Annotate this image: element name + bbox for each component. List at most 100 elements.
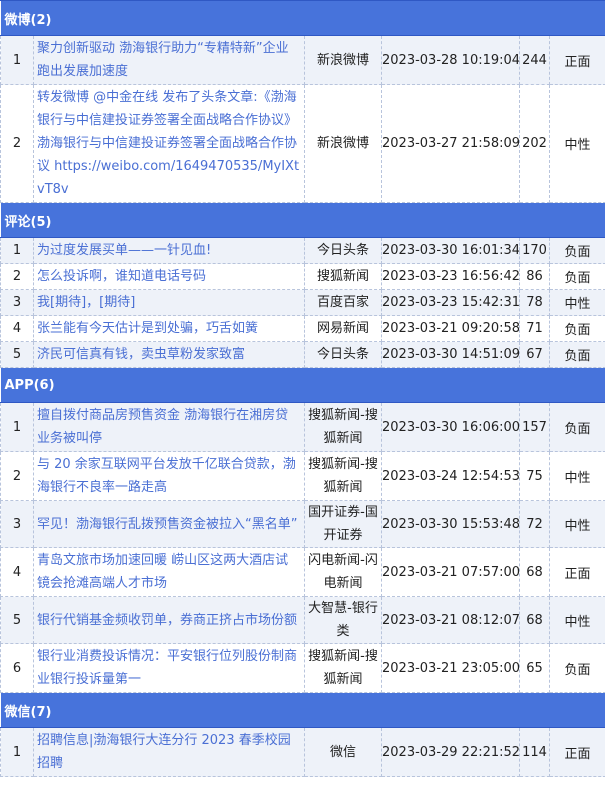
hit-count: 78 — [519, 289, 550, 316]
hit-count: 202 — [519, 84, 550, 203]
publish-time: 2023-03-21 07:57:00 — [381, 547, 520, 597]
article-title-link[interactable]: 为过度发展买单——一针见血! — [33, 237, 305, 264]
table-row: 1 擅自拨付商品房预售资金 渤海银行在湘房贷业务被叫停 搜狐新闻-搜狐新闻 2023-… — [0, 402, 605, 452]
hit-count: 72 — [519, 500, 550, 548]
row-index: 2 — [0, 84, 34, 203]
row-index: 1 — [0, 727, 34, 777]
table-row: 6 银行业消费投诉情况：平安银行位列股份制商业银行投诉量第一 搜狐新闻-搜狐新闻 20… — [0, 643, 605, 693]
hit-count: 157 — [519, 402, 550, 452]
sentiment-label: 正面 — [548, 547, 605, 597]
article-title-link[interactable]: 我[期待]，[期待] — [33, 289, 305, 316]
sentiment-label: 中性 — [548, 500, 605, 548]
article-title-link[interactable]: 怎么投诉啊，谁知道电话号码 — [33, 263, 305, 290]
section-header[interactable]: 微博(2) — [0, 1, 605, 36]
source-name: 百度百家 — [304, 289, 382, 316]
article-title-link[interactable]: 擅自拨付商品房预售资金 渤海银行在湘房贷业务被叫停 — [33, 402, 305, 452]
row-index: 3 — [0, 289, 34, 316]
publish-time: 2023-03-30 15:53:48 — [381, 500, 520, 548]
row-index: 4 — [0, 315, 34, 342]
sentiment-label: 中性 — [548, 289, 605, 316]
section-header[interactable]: APP(6) — [0, 367, 605, 403]
publish-time: 2023-03-23 16:56:42 — [381, 263, 520, 290]
article-title-link[interactable]: 银行代销基金频收罚单，券商正挤占市场份额 — [33, 596, 305, 644]
source-name: 新浪微博 — [304, 84, 382, 203]
row-index: 5 — [0, 596, 34, 644]
row-index: 1 — [0, 237, 34, 264]
table-row: 3 我[期待]，[期待] 百度百家 2023-03-23 15:42:31 78 中性 — [0, 289, 605, 316]
article-title-link[interactable]: 张兰能有今天估计是到处骗，巧舌如簧 — [33, 315, 305, 342]
table-row: 4 张兰能有今天估计是到处骗，巧舌如簧 网易新闻 2023-03-21 09:20:5… — [0, 315, 605, 342]
source-name: 微信 — [304, 727, 382, 777]
source-name: 搜狐新闻-搜狐新闻 — [304, 451, 382, 501]
sentiment-label: 负面 — [548, 402, 605, 452]
table-row: 3 罕见！渤海银行乱拨预售资金被拉入“黑名单” 国开证券-国开证券 2023-03-3… — [0, 500, 605, 548]
sentiment-label: 负面 — [548, 315, 605, 342]
row-index: 1 — [0, 402, 34, 452]
hit-count: 244 — [519, 35, 550, 85]
news-table: 微博(2) 1 聚力创新驱动 渤海银行助力“专精特新”企业跑出发展加速度 新浪微博 20… — [0, 1, 605, 777]
publish-time: 2023-03-30 16:01:34 — [381, 237, 520, 264]
publish-time: 2023-03-21 23:05:00 — [381, 643, 520, 693]
article-title-link[interactable]: 招聘信息|渤海银行大连分行 2023 春季校园招聘 — [33, 727, 305, 777]
source-name: 闪电新闻-闪电新闻 — [304, 547, 382, 597]
hit-count: 65 — [519, 643, 550, 693]
hit-count: 170 — [519, 237, 550, 264]
section-header[interactable]: 微信(7) — [0, 692, 605, 728]
sentiment-label: 负面 — [548, 643, 605, 693]
source-name: 新浪微博 — [304, 35, 382, 85]
row-index: 4 — [0, 547, 34, 597]
sentiment-label: 中性 — [548, 451, 605, 501]
hit-count: 71 — [519, 315, 550, 342]
hit-count: 114 — [519, 727, 550, 777]
row-index: 2 — [0, 263, 34, 290]
row-index: 2 — [0, 451, 34, 501]
publish-time: 2023-03-30 16:06:00 — [381, 402, 520, 452]
source-name: 网易新闻 — [304, 315, 382, 342]
section-title: 评论(5) — [0, 202, 605, 238]
article-title-link[interactable]: 罕见！渤海银行乱拨预售资金被拉入“黑名单” — [33, 500, 305, 548]
row-index: 5 — [0, 341, 34, 368]
table-row: 2与 20 余家互联网平台发放千亿联合贷款，渤海银行不良率一路走高 搜狐新闻-搜狐… — [0, 451, 605, 501]
article-title-link[interactable]: 转发微博 @中金在线 发布了头条文章:《渤海银行与中信建投证券签署全面战略合作协… — [33, 84, 305, 203]
article-title-link[interactable]: 青岛文旅市场加速回暖 崂山区这两大酒店试镜会抢滩高端人才市场 — [33, 547, 305, 597]
table-row: 2 怎么投诉啊，谁知道电话号码 搜狐新闻 2023-03-23 16:56:42 86 负… — [0, 263, 605, 290]
sentiment-label: 负面 — [548, 263, 605, 290]
sentiment-label: 中性 — [548, 84, 605, 203]
source-name: 国开证券-国开证券 — [304, 500, 382, 548]
source-name: 搜狐新闻-搜狐新闻 — [304, 402, 382, 452]
sentiment-label: 正面 — [548, 35, 605, 85]
publish-time: 2023-03-21 09:20:58 — [381, 315, 520, 342]
publish-time: 2023-03-28 10:19:04 — [381, 35, 520, 85]
hit-count: 68 — [519, 547, 550, 597]
source-name: 搜狐新闻-搜狐新闻 — [304, 643, 382, 693]
table-row: 1 聚力创新驱动 渤海银行助力“专精特新”企业跑出发展加速度 新浪微博 2023-03… — [0, 35, 605, 85]
sentiment-label: 正面 — [548, 727, 605, 777]
hit-count: 67 — [519, 341, 550, 368]
article-title-link[interactable]: 济民可信真有钱，卖虫草粉发家致富 — [33, 341, 305, 368]
article-title-link[interactable]: 与 20 余家互联网平台发放千亿联合贷款，渤海银行不良率一路走高 — [33, 451, 305, 501]
row-index: 1 — [0, 35, 34, 85]
source-name: 大智慧-银行类 — [304, 596, 382, 644]
source-name: 搜狐新闻 — [304, 263, 382, 290]
table-row: 1 招聘信息|渤海银行大连分行 2023 春季校园招聘 微信 2023-03-29 2… — [0, 727, 605, 777]
table-row: 1 为过度发展买单——一针见血! 今日头条 2023-03-30 16:01:34 17… — [0, 237, 605, 264]
section-title: 微博(2) — [0, 1, 605, 36]
row-index: 3 — [0, 500, 34, 548]
sentiment-label: 负面 — [548, 237, 605, 264]
section-title: 微信(7) — [0, 692, 605, 728]
publish-time: 2023-03-29 22:21:52 — [381, 727, 520, 777]
source-name: 今日头条 — [304, 341, 382, 368]
hit-count: 68 — [519, 596, 550, 644]
publish-time: 2023-03-30 14:51:09 — [381, 341, 520, 368]
table-row: 5 济民可信真有钱，卖虫草粉发家致富 今日头条 2023-03-30 14:51:09… — [0, 341, 605, 368]
publish-time: 2023-03-27 21:58:09 — [381, 84, 520, 203]
section-title: APP(6) — [0, 367, 605, 403]
section-header[interactable]: 评论(5) — [0, 202, 605, 238]
source-name: 今日头条 — [304, 237, 382, 264]
table-row: 2 转发微博 @中金在线 发布了头条文章:《渤海银行与中信建投证券签署全面战略合作… — [0, 84, 605, 203]
article-title-link[interactable]: 聚力创新驱动 渤海银行助力“专精特新”企业跑出发展加速度 — [33, 35, 305, 85]
table-row: 4 青岛文旅市场加速回暖 崂山区这两大酒店试镜会抢滩高端人才市场 闪电新闻-闪电新闻… — [0, 547, 605, 597]
article-title-link[interactable]: 银行业消费投诉情况：平安银行位列股份制商业银行投诉量第一 — [33, 643, 305, 693]
publish-time: 2023-03-24 12:54:53 — [381, 451, 520, 501]
publish-time: 2023-03-21 08:12:07 — [381, 596, 520, 644]
